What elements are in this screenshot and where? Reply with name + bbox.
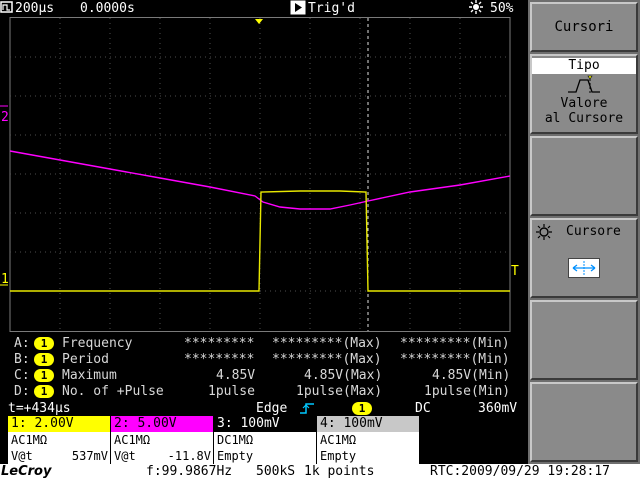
measurement-min: 1pulse(Min) [424, 384, 511, 399]
measurement-channel-badge: 1 [34, 353, 54, 366]
trigger-state: Trig'd [308, 1, 355, 16]
measurement-current: 4.85V [216, 368, 256, 383]
measurement-row[interactable]: D: 1 No. of +Pulse 1pulse 1pulse(Max) 1p… [0, 384, 528, 400]
trigger-info: t=+434µs Edge 1 DC 360mV [0, 401, 528, 416]
measurement-row[interactable]: B: 1 Period ********* *********(Max) ***… [0, 352, 528, 368]
measurement-min: *********(Min) [400, 336, 510, 351]
channel2-readout-value: -11.8V [167, 449, 211, 463]
channel1-box[interactable]: 1: 2.00V AC1MΩ V@t 537mV [8, 416, 110, 464]
delay-value: 0.0000s [80, 1, 135, 16]
trigger-position-marker [255, 19, 263, 24]
measurement-min: 4.85V(Min) [432, 368, 511, 383]
channel4-box[interactable]: 4: 100mV AC1MΩ Empty [317, 416, 419, 464]
timebase-icon [0, 0, 14, 17]
softkey-empty-3[interactable] [530, 136, 638, 216]
measurement-channel-badge: 1 [34, 385, 54, 398]
channel2-marker: 2 [1, 110, 9, 125]
sample-rate: 500kS [256, 464, 296, 479]
softkey-tipo-value-2: al Cursore [544, 111, 624, 126]
measurement-channel-badge: 1 [34, 337, 54, 350]
cursor-time: t=+434µs [8, 401, 71, 416]
softkey-cursore-label: Cursore [566, 224, 621, 239]
measurement-slot: B: [14, 352, 30, 367]
battery-level: 50% [490, 1, 514, 16]
timebase-value: 200µs [15, 1, 55, 16]
channel1-readout-value: 537mV [71, 449, 108, 463]
status-bar: 200µs 0.0000s Trig'd 50% [0, 0, 528, 17]
measurement-table: A: 1 Frequency ********* *********(Max) … [0, 336, 528, 402]
channel2-readout-label: V@t [114, 449, 136, 463]
channel4-readout: Empty [317, 448, 419, 464]
softkey-empty-5[interactable] [530, 300, 638, 380]
rtc-clock: RTC:2009/09/29 19:28:17 [430, 464, 611, 479]
softkey-cursori[interactable]: Cursori [530, 2, 638, 52]
channel3-coupling: DC1MΩ [214, 432, 316, 448]
channel2-readout: V@t -11.8V [111, 448, 213, 464]
softkey-tipo[interactable]: Tipo Valore al Cursore [530, 54, 638, 134]
measurement-max: *********(Max) [272, 336, 382, 351]
channel2-coupling: AC1MΩ [111, 432, 213, 448]
channel1-readout-label: V@t [11, 449, 33, 463]
measurement-name: Maximum [62, 368, 117, 383]
softkey-empty-6[interactable] [530, 382, 638, 462]
trigger-type: Edge [256, 401, 288, 416]
trigger-level-marker: T [511, 264, 519, 279]
channel3-readout: Empty [214, 448, 316, 464]
measurement-max: *********(Max) [272, 352, 382, 367]
measurement-channel-badge: 1 [34, 369, 54, 382]
brand-logo: LeCroy [1, 464, 52, 479]
measurement-min: *********(Min) [400, 352, 510, 367]
measurement-current: ********* [184, 336, 255, 351]
play-icon [290, 0, 306, 17]
battery-icon [468, 0, 484, 17]
measurement-slot: C: [14, 368, 30, 383]
channel1-header: 1: 2.00V [8, 416, 110, 432]
grid [9, 17, 511, 332]
channel1-trace [10, 190, 510, 292]
trigger-source-badge: 1 [352, 402, 372, 415]
measurement-current: 1pulse [208, 384, 255, 399]
measurement-row[interactable]: A: 1 Frequency ********* *********(Max) … [0, 336, 528, 352]
cursor-type-icon [532, 74, 636, 96]
channel4-header: 4: 100mV [317, 416, 419, 432]
channel2-header: 2: 5.00V [111, 416, 213, 432]
horizontal-cursor-icon [568, 258, 600, 278]
channel1-readout: V@t 537mV [8, 448, 110, 464]
softkey-cursore[interactable]: Cursore [530, 218, 638, 298]
adjust-knob-icon [536, 224, 552, 249]
rising-edge-icon [298, 401, 316, 417]
waveform-display[interactable]: 2 1 T [0, 17, 528, 334]
measurement-name: Period [62, 352, 109, 367]
measurement-name: No. of +Pulse [62, 384, 164, 399]
trigger-frequency: f:99.9867Hz [146, 464, 233, 479]
measurement-name: Frequency [62, 336, 133, 351]
softkey-tipo-label: Tipo [532, 58, 636, 74]
measurement-row[interactable]: C: 1 Maximum 4.85V 4.85V(Max) 4.85V(Min) [0, 368, 528, 384]
channel1-coupling: AC1MΩ [8, 432, 110, 448]
measurement-max: 1pulse(Max) [296, 384, 383, 399]
trigger-level: 360mV [478, 401, 518, 416]
channel2-trace [9, 150, 511, 210]
measurement-slot: D: [14, 384, 30, 399]
channel3-box[interactable]: 3: 100mV DC1MΩ Empty [214, 416, 316, 464]
channel4-coupling: AC1MΩ [317, 432, 419, 448]
channel3-header: 3: 100mV [214, 416, 316, 432]
measurement-current: ********* [184, 352, 255, 367]
trigger-coupling: DC [415, 401, 431, 416]
measurement-slot: A: [14, 336, 30, 351]
bottom-status-bar: LeCroy f:99.9867Hz 500kS 1k points RTC:2… [0, 464, 640, 480]
softkey-tipo-value-1: Valore [560, 96, 608, 111]
measurement-max: 4.85V(Max) [304, 368, 383, 383]
softkey-panel: Cursori Tipo Valore al Cursore Cursore [528, 0, 640, 464]
channel2-box[interactable]: 2: 5.00V AC1MΩ V@t -11.8V [111, 416, 213, 464]
record-length: 1k points [304, 464, 375, 479]
